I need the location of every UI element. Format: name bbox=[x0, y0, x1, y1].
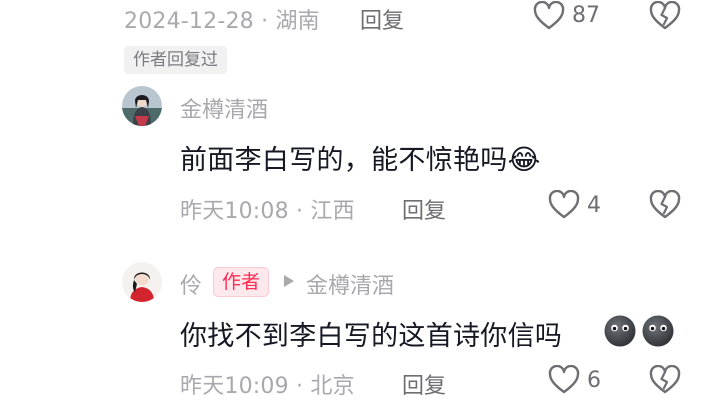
heart-outline-icon[interactable] bbox=[548, 365, 580, 395]
parent-like-count: 87 bbox=[572, 3, 600, 28]
reply-text: 前面李白写的，能不惊艳吗😂 bbox=[180, 138, 541, 177]
reply-location: 北京 bbox=[310, 374, 355, 399]
meta-separator: · bbox=[296, 374, 304, 399]
reply-username[interactable]: 金樽清酒 bbox=[180, 92, 268, 124]
reply-meta: 昨天10:08 · 江西 bbox=[180, 193, 355, 225]
reply-username[interactable]: 伶 bbox=[180, 268, 202, 300]
reply-location: 江西 bbox=[310, 199, 355, 224]
reply-text-content: 前面李白写的，能不惊艳吗 bbox=[180, 145, 508, 176]
parent-comment-location: 湖南 bbox=[275, 9, 320, 34]
meta-separator: · bbox=[261, 9, 269, 34]
broken-heart-icon[interactable] bbox=[649, 365, 681, 395]
avatar[interactable] bbox=[122, 262, 162, 302]
heart-outline-icon[interactable] bbox=[533, 1, 565, 31]
heart-outline-icon[interactable] bbox=[548, 190, 580, 220]
parent-comment-meta: 2024-12-28 · 湖南 bbox=[124, 3, 320, 35]
broken-heart-icon[interactable] bbox=[649, 190, 681, 220]
avatar[interactable] bbox=[122, 86, 162, 126]
play-triangle-icon bbox=[283, 274, 295, 288]
parent-comment-date: 2024-12-28 bbox=[124, 9, 254, 34]
meta-separator: · bbox=[296, 199, 304, 224]
reply-text: 你找不到李白写的这首诗你信吗 bbox=[180, 314, 562, 353]
blob-emoji-icon bbox=[641, 314, 675, 348]
reply-button[interactable]: 回复 bbox=[402, 368, 446, 400]
reply-like-count: 4 bbox=[587, 193, 601, 218]
reply-time: 昨天10:08 bbox=[180, 199, 289, 224]
reply-time: 昨天10:09 bbox=[180, 374, 289, 399]
author-badge: 作者 bbox=[213, 267, 270, 297]
rofl-emoji: 😂 bbox=[507, 143, 541, 176]
reply-like-count: 6 bbox=[587, 368, 601, 393]
author-replied-tag: 作者回复过 bbox=[124, 46, 227, 74]
reply-button[interactable]: 回复 bbox=[402, 193, 446, 225]
broken-heart-icon[interactable] bbox=[649, 1, 681, 31]
reply-meta: 昨天10:09 · 北京 bbox=[180, 368, 355, 400]
blob-emoji-icon bbox=[603, 314, 637, 348]
parent-reply-button[interactable]: 回复 bbox=[360, 3, 404, 35]
reply-text-content: 你找不到李白写的这首诗你信吗 bbox=[180, 321, 563, 352]
reply-to-username[interactable]: 金樽清酒 bbox=[306, 268, 394, 300]
